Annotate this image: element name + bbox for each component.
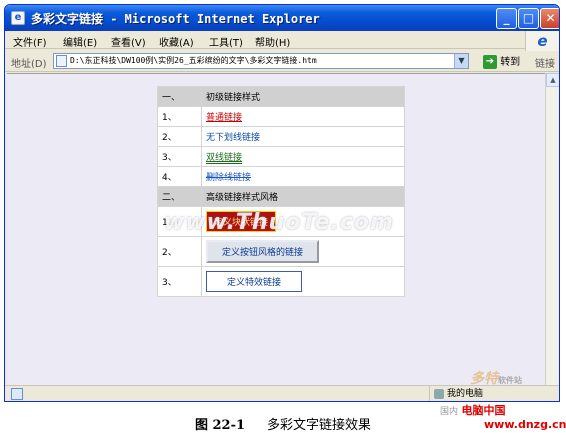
button-style-link[interactable]: 定义按钮风格的链接 (206, 240, 320, 263)
table-row: 1、 普通链接 (157, 106, 405, 127)
row-number: 3、 (157, 146, 202, 167)
corner-logo-sub: 软件站 (498, 376, 522, 385)
section-title: 初级链接样式 (201, 86, 405, 107)
corner-logo: 多特软件站 (470, 368, 560, 388)
no-underline-link[interactable]: 无下划线链接 (206, 133, 260, 143)
row-number: 2、 (157, 236, 202, 267)
row-number: 1、 (157, 206, 202, 237)
row-number: 4、 (157, 166, 202, 187)
corner-logo-text: 多特 (470, 371, 498, 387)
menu-favorites[interactable]: 收藏(A) (159, 34, 194, 49)
maximize-button[interactable]: □ (518, 8, 539, 29)
link-style-table: 一、 初级链接样式 1、 普通链接 2、 无下划线链接 3、 双线链接 4、 删… (157, 86, 405, 297)
table-row: 3、 双线链接 (157, 146, 405, 167)
stamp-brand: 电脑中国 (461, 404, 506, 417)
section-number: 一、 (157, 86, 202, 107)
caption-text: 多彩文字链接效果 (267, 418, 372, 433)
computer-icon (434, 388, 444, 399)
address-bar: 地址(D) ▼ ➔ 转到 链接 (5, 50, 559, 72)
go-arrow-icon: ➔ (483, 55, 497, 69)
address-label: 地址(D) (11, 59, 47, 70)
section-title: 高级链接样式风格 (201, 186, 405, 207)
ie-window: e 多彩文字链接 - Microsoft Internet Explorer _… (4, 4, 560, 402)
normal-link[interactable]: 普通链接 (206, 113, 242, 123)
links-label[interactable]: 链接 (535, 55, 555, 70)
minimize-button[interactable]: _ (496, 8, 517, 29)
address-box[interactable]: ▼ (53, 53, 469, 69)
menu-file[interactable]: 文件(F) (13, 34, 47, 49)
menu-tools[interactable]: 工具(T) (209, 34, 243, 49)
menu-edit[interactable]: 编辑(E) (63, 34, 97, 49)
title-bar[interactable]: e 多彩文字链接 - Microsoft Internet Explorer _… (5, 5, 559, 31)
stamp-url: www.dnzg.cn (484, 418, 566, 431)
row-number: 1、 (157, 106, 202, 127)
table-row: 2、 无下划线链接 (157, 126, 405, 147)
page-icon (56, 55, 67, 67)
section-header: 一、 初级链接样式 (157, 86, 405, 107)
stamp-gov: 国内 (440, 407, 459, 417)
site-stamp: 国内 电脑中国 www.dnzg.cn (440, 402, 566, 431)
page-done-icon (11, 388, 23, 400)
go-label: 转到 (500, 57, 521, 68)
special-effect-link[interactable]: 定义特效链接 (206, 271, 303, 292)
double-line-link[interactable]: 双线链接 (206, 153, 242, 163)
figure-number: 图 22-1 (194, 418, 246, 433)
address-input[interactable] (70, 54, 450, 68)
close-button[interactable]: ✕ (540, 8, 559, 29)
vertical-scrollbar[interactable]: ▲ (545, 73, 559, 385)
table-row: 4、 删除线链接 (157, 166, 405, 187)
menu-bar: 文件(F) 编辑(E) 查看(V) 收藏(A) 工具(T) 帮助(H) (5, 31, 559, 49)
ie-page-icon: e (11, 11, 25, 25)
scroll-up-icon[interactable]: ▲ (546, 73, 559, 87)
window-title: 多彩文字链接 - Microsoft Internet Explorer (31, 12, 320, 26)
page-content: 一、 初级链接样式 1、 普通链接 2、 无下划线链接 3、 双线链接 4、 删… (7, 73, 545, 385)
table-row: 2、 定义按钮风格的链接 (157, 236, 405, 267)
row-number: 2、 (157, 126, 202, 147)
zone-label: 我的电脑 (447, 389, 484, 399)
menu-help[interactable]: 帮助(H) (255, 34, 290, 49)
menu-view[interactable]: 查看(V) (111, 34, 146, 49)
ie-logo-icon: e (525, 31, 559, 51)
section-number: 二、 (157, 186, 202, 207)
go-button[interactable]: ➔ 转到 (483, 53, 529, 69)
section-header: 二、 高级链接样式风格 (157, 186, 405, 207)
block-style-link[interactable]: 定义块状链接 (206, 211, 277, 232)
table-row: 1、 定义块状链接 (157, 206, 405, 237)
table-row: 3、 定义特效链接 (157, 266, 405, 297)
row-number: 3、 (157, 266, 202, 297)
chevron-down-icon[interactable]: ▼ (454, 54, 468, 68)
security-zone: 我的电脑 (429, 386, 484, 401)
strikethrough-link[interactable]: 删除线链接 (206, 173, 251, 183)
